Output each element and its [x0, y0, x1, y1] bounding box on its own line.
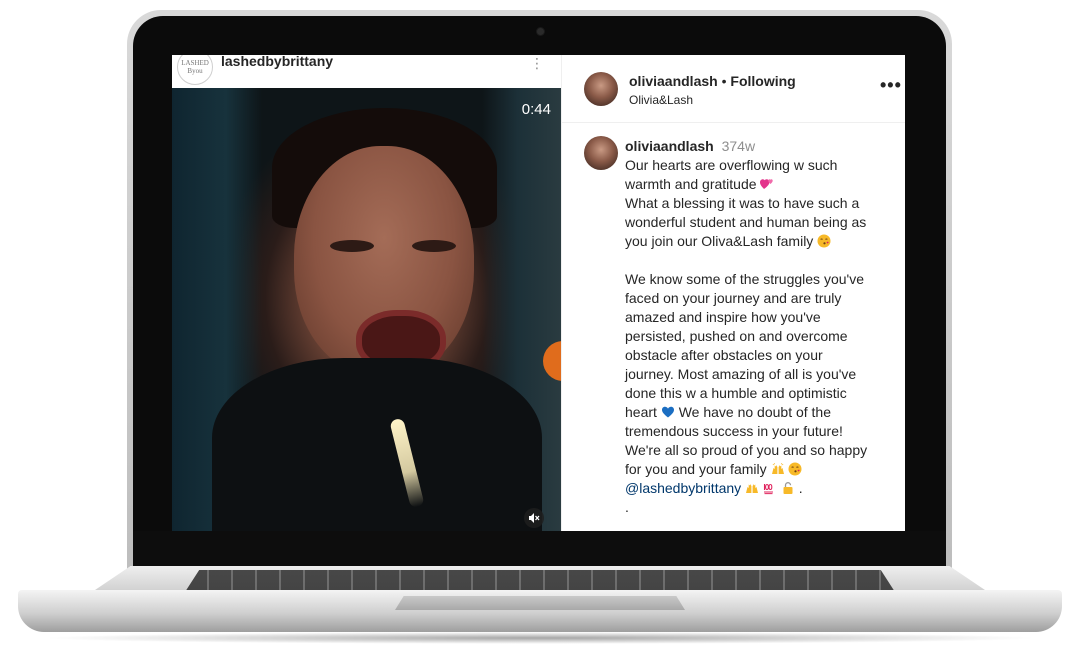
caption-line: tremendous success in your future!: [625, 423, 843, 439]
caption-avatar[interactable]: [584, 136, 618, 170]
caption-line: journey. Most amazing of all is you've: [625, 366, 857, 382]
laptop-trackpad: [395, 596, 685, 610]
caption-dot: .: [798, 480, 803, 496]
caption-age[interactable]: 374w: [722, 138, 755, 154]
embedded-video-post: LASHED Byou lashedbybrittany ⋮ 0:44: [172, 55, 561, 531]
caption-line: obstacle after obstacles on your: [625, 347, 823, 363]
video-subject-eye: [412, 240, 456, 252]
caption-line-with-emoji: you join our Oliva&Lash family: [625, 232, 895, 251]
caption-username[interactable]: oliviaandlash: [625, 138, 714, 154]
caption-line: .: [625, 499, 629, 515]
separator-dot: •: [717, 73, 731, 89]
caption-mention-line: @lashedbybrittany .: [625, 479, 895, 498]
video-player[interactable]: [172, 88, 561, 531]
laptop-keyboard: [185, 570, 895, 592]
raised-hands-icon: [771, 463, 784, 474]
post-header: oliviaandlash • Following Olivia&Lash ••…: [562, 55, 905, 123]
kissing-face-icon: [817, 234, 831, 248]
kissing-face-icon: [788, 462, 802, 476]
caption-line: We know some of the struggles you've: [625, 271, 864, 287]
post-side-panel: oliviaandlash • Following Olivia&Lash ••…: [561, 55, 905, 531]
poster-username[interactable]: oliviaandlash: [629, 73, 718, 89]
lock-icon: [783, 482, 793, 494]
caption-blank-line: [625, 251, 895, 270]
mute-button[interactable]: [524, 508, 544, 528]
caption-line: wonderful student and human being as: [625, 214, 867, 230]
author-avatar[interactable]: LASHED Byou: [177, 55, 213, 85]
poster-header-line: oliviaandlash • Following: [629, 73, 796, 89]
caption-line: amazed and inspire how you've: [625, 309, 821, 325]
caption-line: What a blessing it was to have such a: [625, 195, 860, 211]
more-options-icon[interactable]: •••: [880, 75, 902, 96]
caption-line: We're all so proud of you and so happy: [625, 442, 868, 458]
poster-avatar[interactable]: [584, 72, 618, 106]
webcam: [537, 28, 544, 35]
laptop-screen: LASHED Byou lashedbybrittany ⋮ 0:44 oliv…: [172, 55, 905, 531]
caption-line: Our hearts are overflowing w such: [625, 157, 838, 173]
caption-line-with-emoji: for you and your family: [625, 460, 895, 479]
laptop-shadow: [40, 632, 1040, 644]
author-username[interactable]: lashedbybrittany: [221, 55, 333, 69]
hundred-points-icon: [763, 483, 773, 495]
post-caption: oliviaandlash 374w Our hearts are overfl…: [625, 137, 895, 517]
video-subject-eye: [330, 240, 374, 252]
more-options-icon[interactable]: ⋮: [530, 55, 544, 71]
caption-line: faced on your journey and are truly: [625, 290, 842, 306]
caption-line: persisted, pushed on and overcome: [625, 328, 848, 344]
poster-location[interactable]: Olivia&Lash: [629, 93, 693, 107]
following-button[interactable]: Following: [730, 73, 795, 89]
muted-speaker-icon: [529, 513, 540, 523]
video-duration: 0:44: [521, 101, 551, 118]
video-subject-body: [212, 358, 542, 531]
mention-link[interactable]: @lashedbybrittany: [625, 480, 741, 496]
video-post-header: LASHED Byou lashedbybrittany ⋮: [172, 55, 561, 88]
raised-hands-icon: [746, 484, 759, 493]
caption-line: done this w a humble and optimistic: [625, 385, 847, 401]
blue-heart-icon: [661, 406, 674, 418]
two-hearts-icon: [760, 179, 774, 189]
caption-line-with-emoji: warmth and gratitude: [625, 175, 895, 194]
caption-line-with-emoji: heart We have no doubt of the: [625, 404, 832, 420]
